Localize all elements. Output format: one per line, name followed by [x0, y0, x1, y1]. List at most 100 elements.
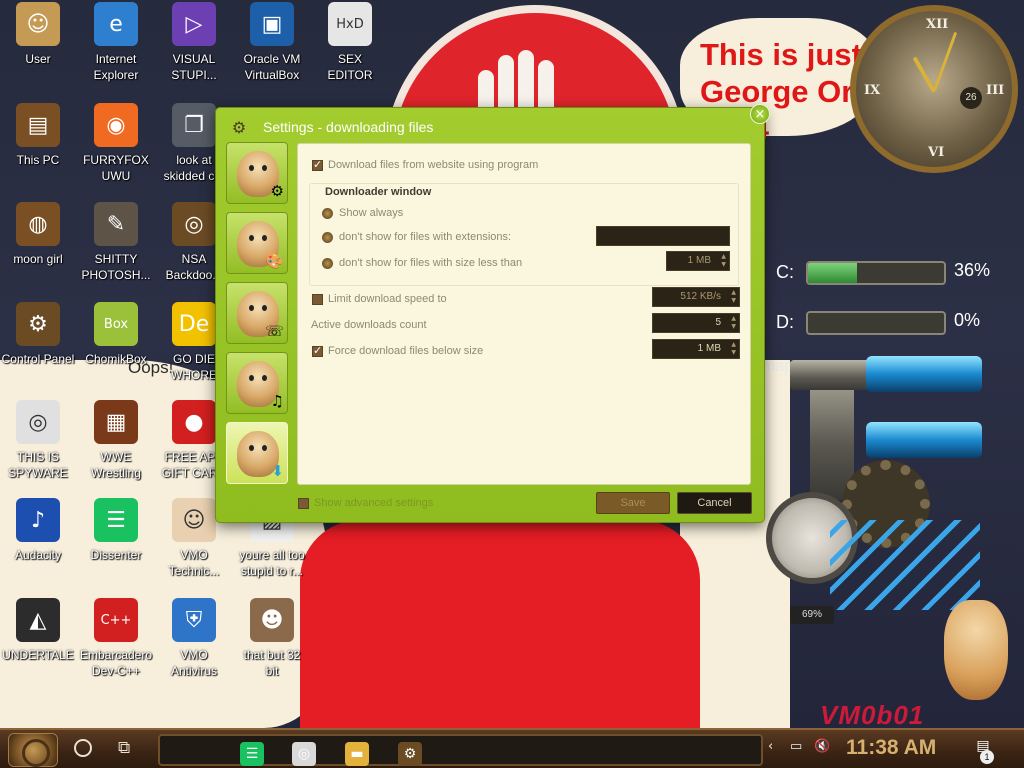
desktop-shortcut-label: VMO Technic... [168, 548, 220, 578]
desktop-shortcut-label: moon girl [13, 252, 63, 266]
nsa-backdoor-icon: ◎ [172, 202, 216, 246]
red-shirt-figure [300, 520, 700, 728]
firefox-icon: ◉ [94, 103, 138, 147]
shield-icon: ⛨ [172, 598, 216, 642]
desktop-shortcut[interactable]: ⚙ Control Panel [0, 302, 78, 367]
desktop-shortcut-label: WWE Wrestling [91, 450, 141, 480]
close-button[interactable]: × [750, 104, 770, 124]
force-download-size-stepper[interactable]: 1 MB [652, 339, 740, 359]
desktop-shortcut-label: Embarcadero Dev-C++ [79, 648, 153, 678]
clock-date: 26 [960, 87, 982, 109]
show-advanced-checkbox[interactable] [298, 498, 309, 509]
tab-appearance[interactable]: 🎨 [226, 212, 288, 274]
taskbar-file-explorer-icon[interactable]: ▬ [345, 742, 369, 766]
active-downloads-stepper[interactable]: 5 [652, 313, 740, 333]
desktop-shortcut-label: VISUAL STUPI... [171, 52, 217, 82]
min-size-stepper[interactable]: 1 MB [666, 251, 730, 271]
desktop-shortcut[interactable]: ♪ Audacity [0, 498, 78, 563]
settings-dialog: ⚙ Settings - downloading files × ⚙ 🎨 ☏ ♫… [215, 104, 770, 523]
cortana-circle-icon[interactable] [74, 739, 92, 757]
hamster-desktop-pet[interactable] [944, 600, 1008, 700]
chomikbox-icon: Box [94, 302, 138, 346]
network-icon[interactable]: ▭ [790, 739, 802, 754]
desktop-shortcut[interactable]: C++ Embarcadero Dev-C++ [76, 598, 156, 679]
extensions-input[interactable] [596, 226, 730, 246]
drive-usage-fill [808, 263, 857, 283]
desktop-shortcut[interactable]: ☰ Dissenter [76, 498, 156, 563]
desktop-shortcut[interactable]: ☺ User [0, 2, 78, 67]
virtualbox-icon: ▣ [250, 2, 294, 46]
phone-icon: ☏ [265, 322, 284, 340]
dont-show-extensions-label: don't show for files with extensions: [339, 231, 512, 243]
show-advanced-label: Show advanced settings [314, 497, 434, 509]
tab-sound[interactable]: ♫ [226, 352, 288, 414]
desktop-shortcut[interactable]: ▣ Oracle VM VirtualBox [232, 2, 312, 83]
dont-show-extensions-radio[interactable] [322, 232, 333, 243]
cancel-button[interactable]: Cancel [677, 492, 752, 514]
taskbar-clock[interactable]: 11:38 AM [846, 736, 936, 760]
speed-limit-stepper[interactable]: 512 KB/s [652, 287, 740, 307]
gauge-readout: 69% [790, 606, 834, 624]
desktop-shortcut[interactable]: ◍ moon girl [0, 202, 78, 267]
apple-icon: ● [172, 400, 216, 444]
force-download-checkbox[interactable] [312, 344, 323, 357]
desktop-shortcut[interactable]: ✎ SHITTY PHOTOSH... [76, 202, 156, 283]
desktop-shortcut[interactable]: HxD SEX EDITOR [310, 2, 390, 83]
desktop-shortcut[interactable]: ☻ that but 32 bit [232, 598, 312, 679]
tab-general[interactable]: ⚙ [226, 142, 288, 204]
drive-letter: C: [776, 262, 794, 282]
vmo-technician-icon: ☺ [172, 498, 216, 542]
moon-girl-icon: ◍ [16, 202, 60, 246]
tray-chevron-icon[interactable]: ‹ [768, 739, 773, 754]
gear-icon: ⚙ [270, 182, 284, 200]
drive-c-gadget: C: 36% [774, 255, 996, 289]
taskbar: ⧉ ☰ ◎ ▬ ⚙ ‹ ▭ 🔇 11:38 AM ▤ 1 [0, 728, 1024, 768]
desktop-shortcut[interactable]: ◎ THIS IS SPYWARE [0, 400, 78, 481]
force-download-label: Force download files below size [328, 345, 484, 357]
settings-gear-icon: ⚙ [231, 118, 247, 137]
show-always-radio[interactable] [322, 208, 333, 219]
volume-muted-icon[interactable]: 🔇 [814, 739, 830, 754]
gimp-icon: ✎ [94, 202, 138, 246]
taskbar-dissenter-icon[interactable]: ☰ [240, 742, 264, 766]
active-downloads-label: Active downloads count [311, 319, 427, 331]
download-using-program-checkbox[interactable] [312, 158, 323, 171]
clock-numeral-3: III [986, 83, 1005, 98]
tab-connection[interactable]: ☏ [226, 282, 288, 344]
start-button[interactable] [8, 733, 58, 767]
desktop-shortcut[interactable]: e Internet Explorer [76, 2, 156, 83]
desktop-shortcut-label: Internet Explorer [93, 52, 139, 82]
desktop-shortcut-label: User [25, 52, 51, 66]
desktop-shortcut-label: Dissenter [90, 548, 142, 562]
desktop-shortcut[interactable]: ◉ FURRYFOX UWU [76, 103, 156, 184]
desktop-shortcut[interactable]: ◭ UNDERTALE [0, 598, 78, 663]
taskbar-chrome-icon[interactable]: ◎ [292, 742, 316, 766]
dissenter-icon: ☰ [94, 498, 138, 542]
desktop-shortcut[interactable]: ▦ WWE Wrestling [76, 400, 156, 481]
clock-numeral-6: VI [928, 145, 945, 160]
limit-speed-checkbox[interactable] [312, 294, 323, 305]
clock-numeral-9: IX [864, 83, 881, 98]
clock-minute-hand [933, 31, 958, 91]
tab-downloading[interactable]: ⬇ [226, 422, 288, 484]
desktop-shortcut[interactable]: Box ChomikBox [76, 302, 156, 367]
devcpp-icon: C++ [94, 598, 138, 642]
save-button[interactable]: Save [596, 492, 670, 514]
taskbar-settings-icon[interactable]: ⚙ [398, 742, 422, 766]
desktop-shortcut-label: VMO Antivirus [170, 648, 217, 678]
desktop-shortcut-label: ChomikBox [85, 352, 147, 366]
dont-show-size-radio[interactable] [322, 258, 333, 269]
desktop-shortcut[interactable]: ⛨ VMO Antivirus [154, 598, 234, 679]
desktop-shortcut[interactable]: ▤ This PC [0, 103, 78, 168]
task-view-icon[interactable]: ⧉ [118, 738, 130, 758]
notification-count-badge: 1 [980, 750, 994, 764]
desktop-shortcut-label: Control Panel [1, 352, 75, 366]
palette-icon: 🎨 [265, 252, 284, 270]
drive-usage-tube [806, 311, 946, 335]
desktop-shortcut[interactable]: ▷ VISUAL STUPI... [154, 2, 234, 83]
portrait-icon: ☻ [250, 598, 294, 642]
drive-percent: 36% [954, 260, 991, 280]
desktop-shortcut-label: Audacity [14, 548, 62, 562]
settings-panel: Download files from website using progra… [297, 143, 751, 485]
steampunk-clock-gadget[interactable]: XII III VI IX 26 [850, 5, 1018, 173]
